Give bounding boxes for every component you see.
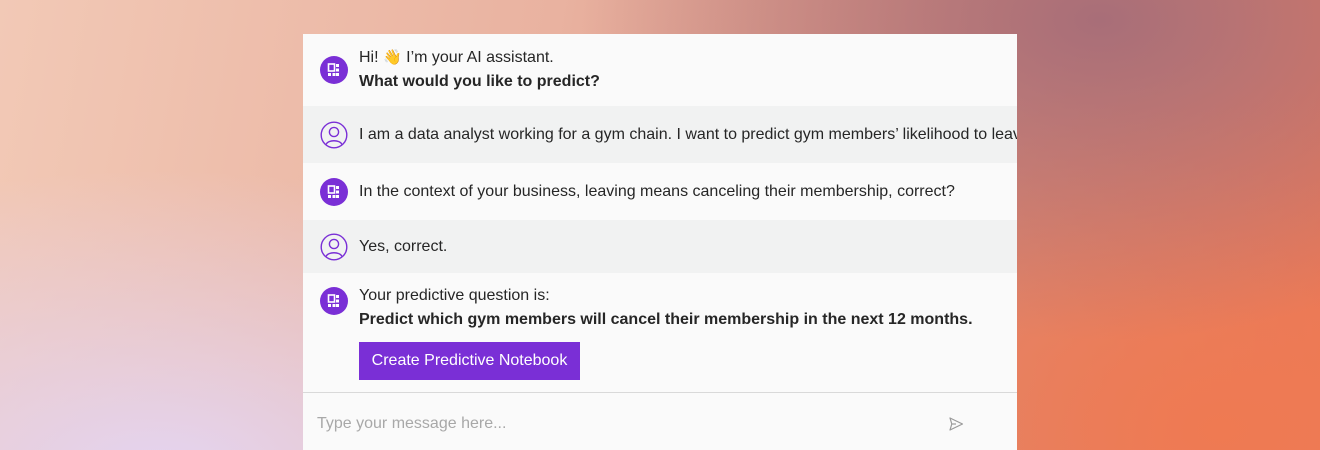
send-icon[interactable]	[948, 416, 964, 432]
chat-panel: Hi! 👋 I’m your AI assistant. What would …	[303, 34, 1017, 450]
message-composer	[303, 392, 1017, 450]
greeting-suffix: I’m your AI assistant.	[401, 49, 554, 66]
user-avatar-icon	[320, 233, 348, 261]
user-avatar-icon	[320, 121, 348, 149]
bot-avatar-icon	[320, 56, 348, 84]
bot-avatar-icon	[320, 178, 348, 206]
assistant-message: In the context of your business, leaving…	[303, 163, 1017, 220]
message-input[interactable]	[317, 405, 917, 443]
message-text: In the context of your business, leaving…	[359, 183, 955, 200]
assistant-message: Hi! 👋 I’m your AI assistant. What would …	[303, 34, 1017, 106]
message-text: Hi! 👋 I’m your AI assistant. What would …	[359, 46, 600, 94]
message-text: Yes, correct.	[359, 238, 448, 255]
message-text: I am a data analyst working for a gym ch…	[359, 126, 1017, 143]
user-message: Yes, correct.	[303, 220, 1017, 273]
bot-avatar-icon	[320, 287, 348, 315]
predictive-question: Predict which gym members will cancel th…	[359, 311, 973, 328]
create-predictive-notebook-button[interactable]: Create Predictive Notebook	[359, 342, 580, 380]
user-message: I am a data analyst working for a gym ch…	[303, 106, 1017, 163]
greeting-question: What would you like to predict?	[359, 73, 600, 90]
waving-hand-emoji: 👋	[383, 49, 402, 66]
greeting-prefix: Hi!	[359, 49, 383, 66]
message-text: Your predictive question is: Predict whi…	[359, 284, 973, 332]
question-intro: Your predictive question is:	[359, 287, 550, 304]
